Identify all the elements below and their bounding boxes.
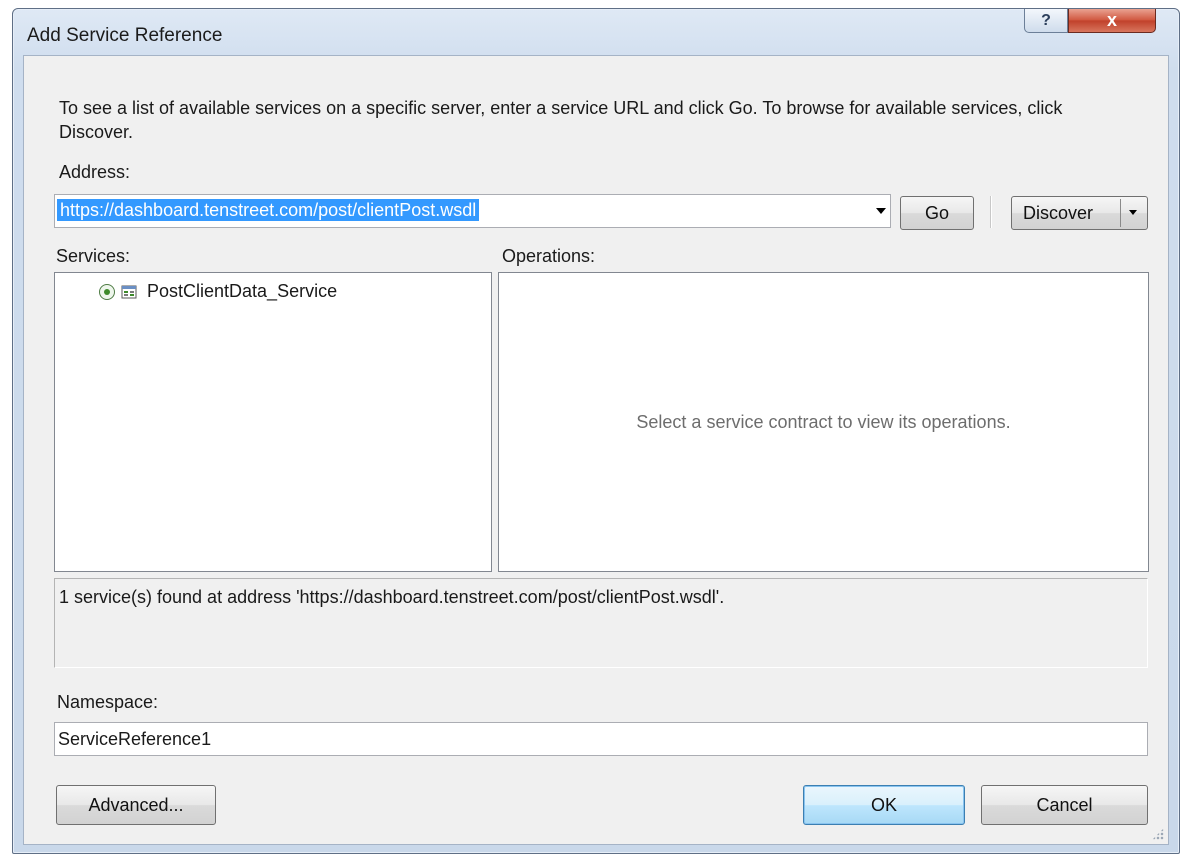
operations-label: Operations:	[502, 246, 596, 266]
close-button[interactable]: x	[1068, 9, 1156, 33]
services-tree[interactable]: PostClientData_Service	[54, 272, 492, 572]
resize-grip-icon[interactable]	[1152, 828, 1164, 840]
address-label: Address:	[59, 162, 131, 182]
title-bar[interactable]: Add Service Reference ? x	[13, 9, 1179, 57]
status-message-box: 1 service(s) found at address 'https://d…	[54, 578, 1148, 668]
discover-split-divider	[1120, 199, 1121, 227]
close-icon: x	[1106, 10, 1117, 30]
service-icon	[121, 285, 137, 298]
address-input[interactable]: https://dashboard.tenstreet.com/post/cli…	[57, 199, 480, 221]
dialog-body: To see a list of available services on a…	[23, 55, 1169, 845]
namespace-label: Namespace:	[57, 692, 159, 712]
help-icon: ?	[1041, 11, 1051, 29]
status-text: 1 service(s) found at address 'https://d…	[59, 587, 725, 607]
namespace-input[interactable]: ServiceReference1	[54, 722, 1148, 756]
discover-dropdown-arrow-icon[interactable]	[1129, 210, 1137, 215]
ok-button[interactable]: OK	[803, 785, 965, 825]
selected-radio-icon[interactable]	[99, 283, 115, 300]
go-button[interactable]: Go	[900, 196, 974, 230]
address-combobox[interactable]: https://dashboard.tenstreet.com/post/cli…	[54, 194, 891, 228]
chevron-down-icon[interactable]	[876, 208, 886, 214]
operations-placeholder: Select a service contract to view its op…	[636, 411, 1011, 432]
cancel-button[interactable]: Cancel	[981, 785, 1148, 825]
advanced-button[interactable]: Advanced...	[56, 785, 216, 825]
tree-item-service[interactable]: PostClientData_Service	[99, 281, 337, 302]
toolbar-separator	[990, 196, 992, 228]
service-label: PostClientData_Service	[147, 281, 338, 301]
services-label: Services:	[56, 246, 131, 266]
instructions-text: To see a list of available services on a…	[59, 98, 1063, 142]
discover-label: Discover	[1023, 202, 1094, 223]
operations-list[interactable]: Select a service contract to view its op…	[498, 272, 1149, 572]
help-button[interactable]: ?	[1024, 9, 1068, 33]
dialog-title: Add Service Reference	[27, 25, 223, 46]
discover-button[interactable]: Discover	[1011, 196, 1148, 230]
add-service-reference-dialog: Add Service Reference ? x To see a list …	[12, 8, 1180, 854]
